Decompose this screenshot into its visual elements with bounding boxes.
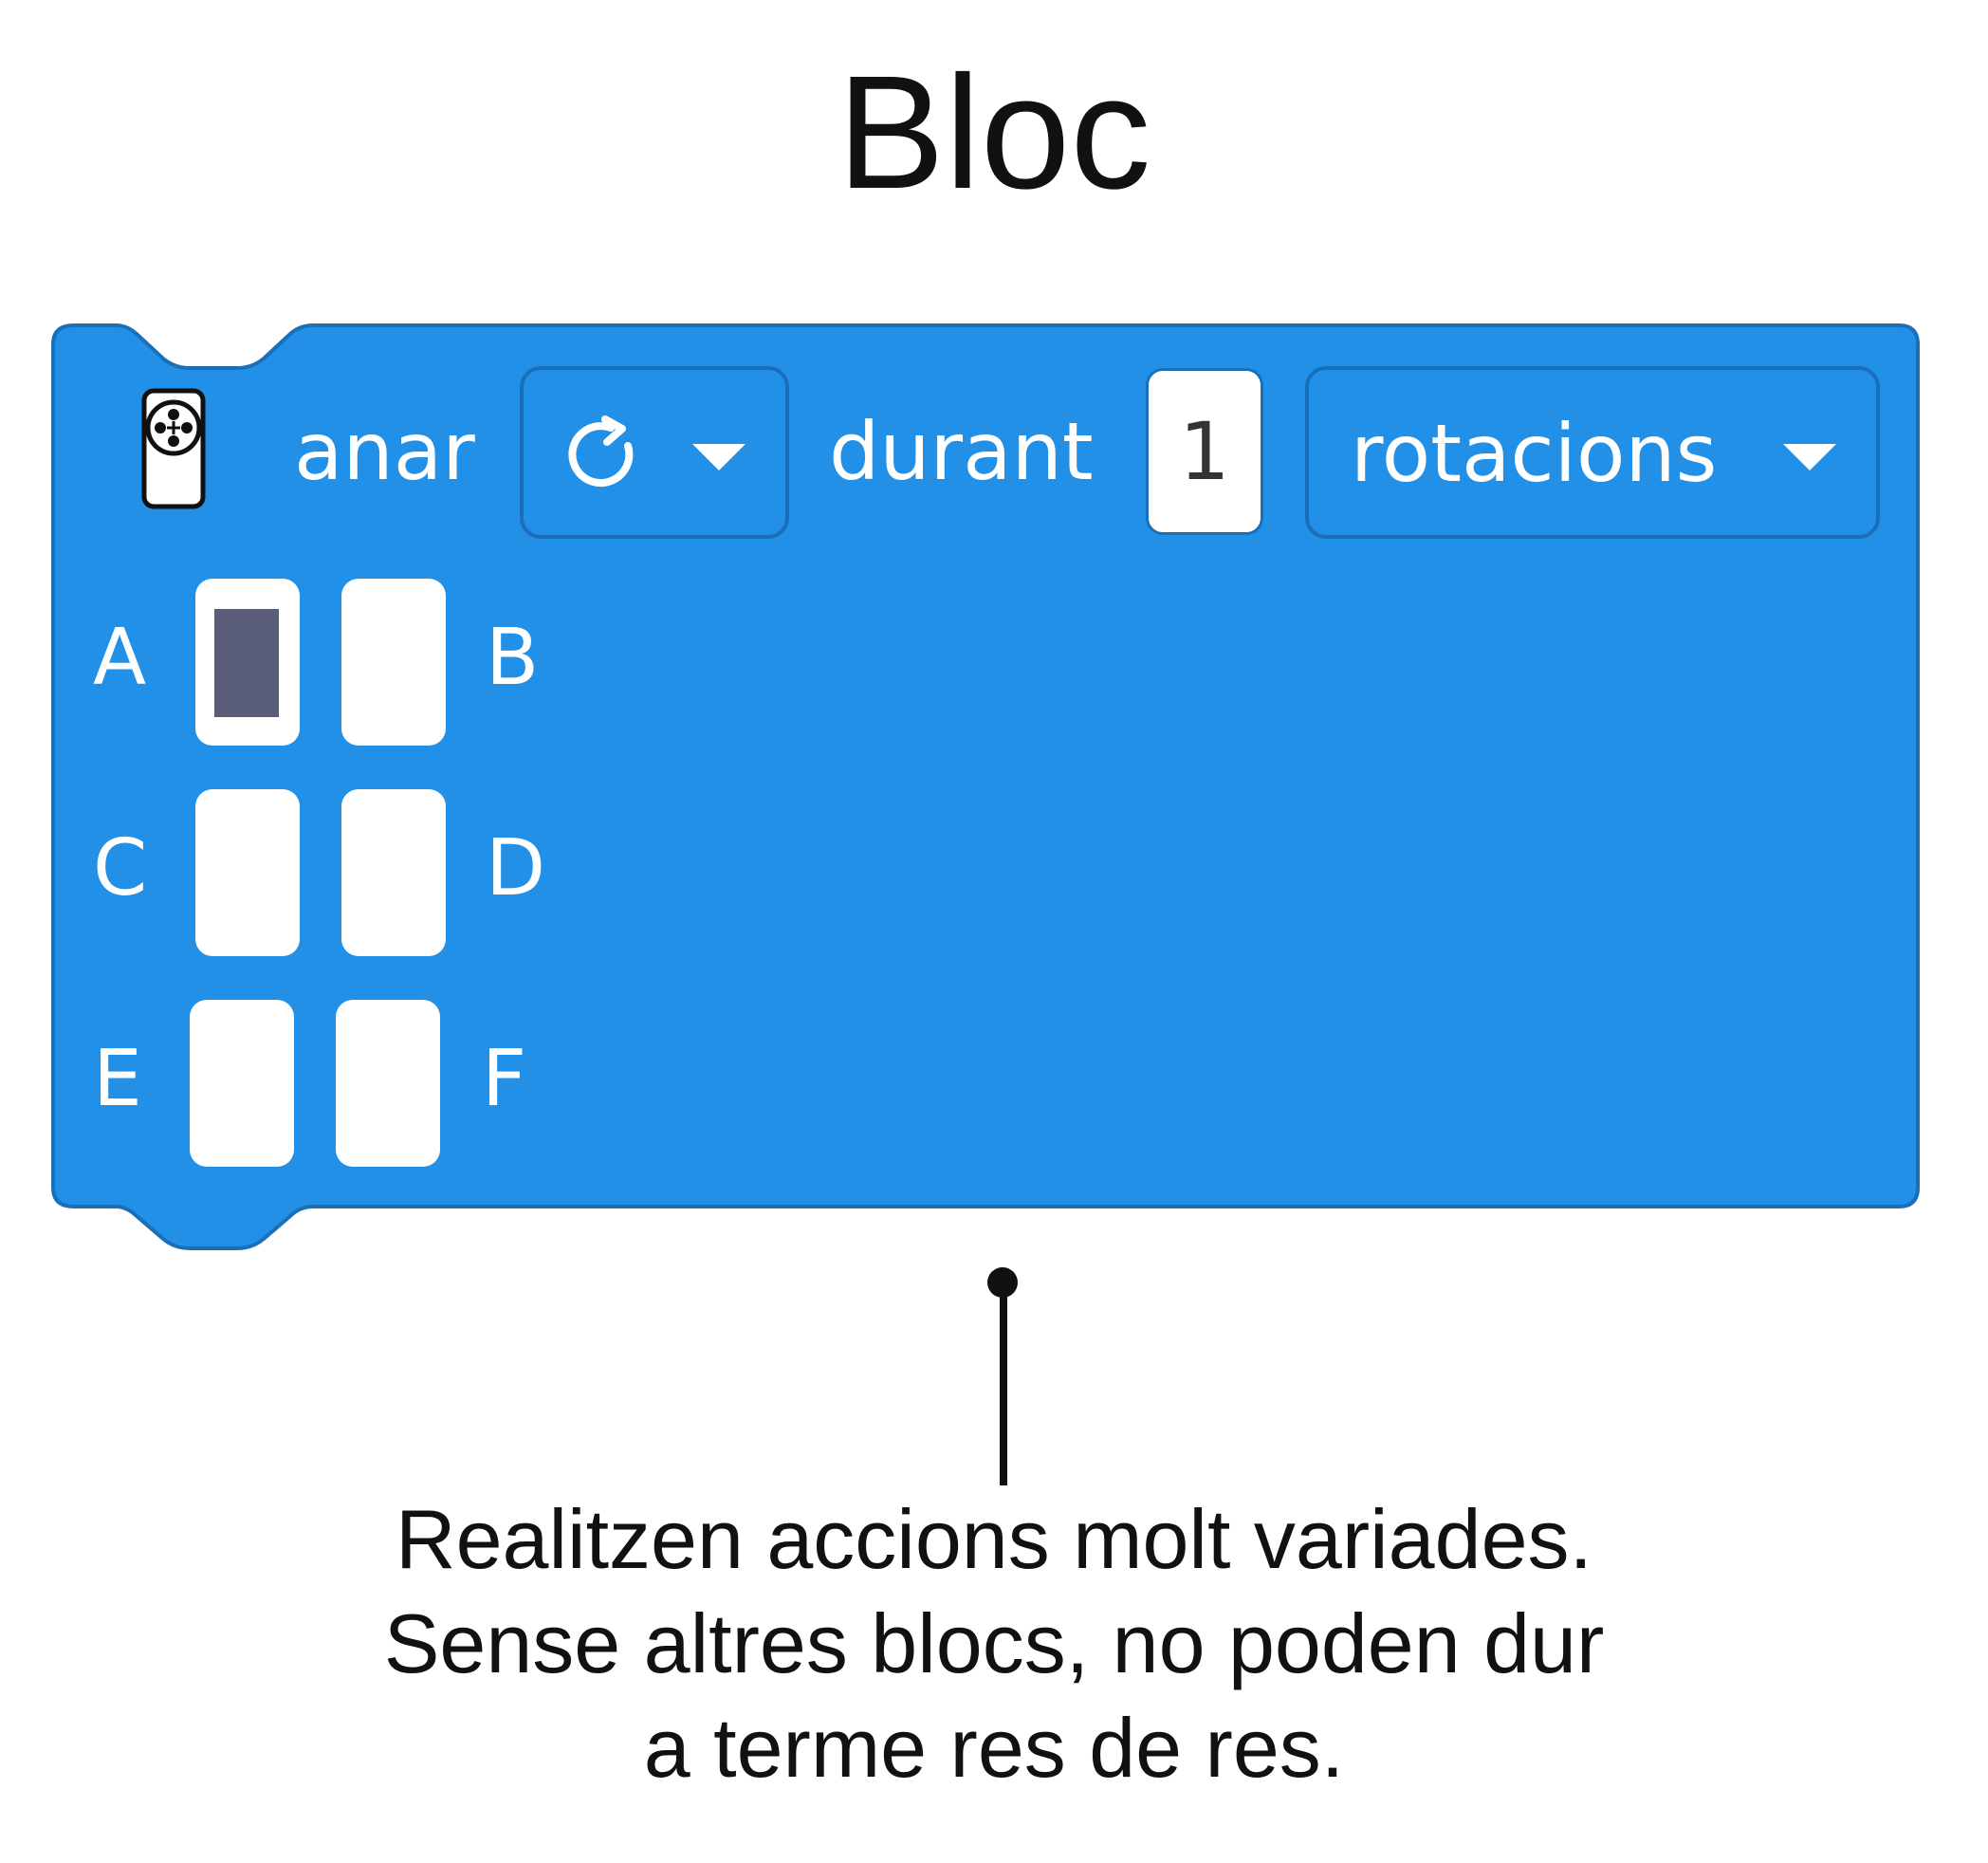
port-c-button[interactable] (195, 789, 300, 956)
duration-label: durant (829, 405, 1094, 498)
port-d-button[interactable] (341, 789, 446, 956)
chevron-down-icon (1783, 444, 1836, 470)
amount-input[interactable]: 1 (1146, 368, 1263, 535)
hub-icon (141, 388, 206, 509)
port-label-e: E (93, 1034, 142, 1124)
description: Realitzen accions molt variades. Sense a… (0, 1487, 1988, 1800)
port-label-b: B (486, 613, 540, 703)
rotate-clockwise-icon (568, 415, 634, 488)
port-f-button[interactable] (336, 1000, 440, 1167)
port-label-d: D (486, 823, 546, 913)
port-b-button[interactable] (341, 579, 446, 746)
chevron-down-icon (692, 444, 746, 470)
description-line-2: Sense altres blocs, no poden dur (383, 1596, 1605, 1690)
direction-dropdown[interactable] (520, 366, 789, 539)
description-line-3: a terme res de res. (643, 1701, 1345, 1795)
port-e-button[interactable] (190, 1000, 294, 1167)
unit-dropdown-label: rotacions (1351, 407, 1718, 500)
port-a-button[interactable] (195, 579, 300, 746)
port-label-a: A (93, 613, 147, 703)
description-line-1: Realitzen accions molt variades. (396, 1492, 1592, 1586)
verb-label: anar (294, 405, 475, 498)
port-label-f: F (482, 1034, 527, 1124)
callout-line (1000, 1279, 1007, 1485)
unit-dropdown[interactable]: rotacions (1305, 366, 1880, 539)
port-a-selected-indicator (214, 609, 279, 717)
port-label-c: C (93, 823, 148, 913)
